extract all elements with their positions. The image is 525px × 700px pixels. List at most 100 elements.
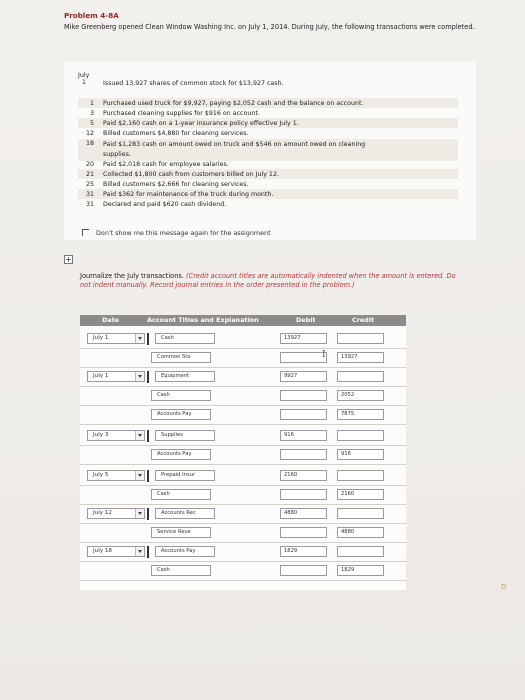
credit-input[interactable]: 2052 (337, 390, 384, 401)
date-select[interactable]: July 18 (87, 546, 145, 557)
transaction-text: Paid $2,018 cash for employee salaries. (103, 161, 229, 168)
column-separator-icon (147, 546, 149, 558)
transaction-day: 12 (85, 130, 94, 137)
credit-input[interactable] (337, 333, 384, 344)
debit-input[interactable]: 2160 (280, 470, 327, 481)
credit-input[interactable]: 2160 (337, 489, 384, 500)
first-day: 1 (81, 79, 86, 86)
transaction-text: Paid $1,283 cash on amount owed on truck… (103, 141, 366, 148)
dont-show-checkbox[interactable] (82, 229, 89, 236)
row-divider (80, 485, 406, 486)
date-select-value: July 5 (93, 472, 109, 478)
dont-show-label: Don't show me this message again for the… (96, 229, 271, 237)
row-divider (80, 464, 406, 465)
account-title-input[interactable]: Cash (151, 390, 211, 401)
debit-input[interactable] (280, 352, 327, 363)
debit-input[interactable]: 9927 (280, 371, 327, 382)
chevron-down-icon[interactable] (135, 471, 144, 480)
debit-input[interactable] (280, 489, 327, 500)
debit-input[interactable]: 4880 (280, 508, 327, 519)
chevron-down-icon[interactable] (135, 334, 144, 343)
row-divider (80, 580, 406, 581)
column-separator-icon (147, 508, 149, 520)
credit-input[interactable] (337, 430, 384, 441)
account-title-input[interactable]: Accounts Rec (155, 508, 215, 519)
debit-input[interactable] (280, 409, 327, 420)
column-separator-icon (147, 470, 149, 482)
row-divider (80, 542, 406, 543)
debit-input[interactable]: 1829 (280, 546, 327, 557)
instructions-lead: Journalize the July transactions. (80, 272, 184, 280)
date-select-value: July 18 (93, 548, 112, 554)
credit-input[interactable] (337, 508, 384, 519)
account-title-input[interactable]: Supplies (155, 430, 215, 441)
chevron-down-icon[interactable] (135, 547, 144, 556)
row-divider (80, 367, 406, 368)
transaction-day: 21 (85, 171, 94, 178)
account-title-input[interactable]: Cash (151, 565, 211, 576)
credit-input[interactable]: 13927 (337, 352, 384, 363)
transaction-day: 3 (89, 110, 94, 117)
credit-input[interactable] (337, 470, 384, 481)
header-date: Date (102, 316, 120, 324)
date-select[interactable]: July 3 (87, 430, 145, 441)
account-title-input[interactable]: Cash (155, 333, 215, 344)
account-title-input[interactable]: Service Reve (151, 527, 211, 538)
transaction-day: 1 (89, 100, 94, 107)
header-credit: Credit (352, 316, 374, 324)
problem-description: Mike Greenberg opened Clean Window Washi… (64, 23, 475, 31)
credit-input[interactable] (337, 371, 384, 382)
transaction-day: 25 (85, 181, 94, 188)
account-title-input[interactable]: Equipment (155, 371, 215, 382)
transaction-text: Paid $2,160 cash on a 1-year insurance p… (103, 120, 299, 127)
date-select-value: July 3 (93, 432, 109, 438)
transaction-day: 20 (85, 161, 94, 168)
column-separator-icon (147, 333, 149, 345)
account-title-input[interactable]: Prepaid Insur (155, 470, 215, 481)
column-separator-icon (147, 371, 149, 383)
transaction-text: Paid $362 for maintenance of the truck d… (103, 191, 274, 198)
credit-input[interactable]: 7875 (337, 409, 384, 420)
row-divider (80, 386, 406, 387)
date-select-value: July 1 (93, 373, 109, 379)
row-divider (80, 424, 406, 425)
chevron-down-icon[interactable] (135, 509, 144, 518)
debit-input[interactable] (280, 449, 327, 460)
debit-input[interactable]: 916 (280, 430, 327, 441)
corner-mark-icon: D (501, 583, 507, 591)
expand-toggle[interactable]: + (64, 255, 73, 264)
date-select[interactable]: July 5 (87, 470, 145, 481)
debit-input[interactable] (280, 390, 327, 401)
column-separator-icon (147, 430, 149, 442)
credit-input[interactable]: 4880 (337, 527, 384, 538)
chevron-down-icon[interactable] (135, 372, 144, 381)
credit-input[interactable]: 916 (337, 449, 384, 460)
credit-input[interactable] (337, 546, 384, 557)
transaction-day: 18 (85, 140, 94, 147)
header-debit: Debit (296, 316, 316, 324)
transaction-text: Declared and paid $620 cash dividend. (103, 201, 227, 208)
credit-input[interactable]: 1829 (337, 565, 384, 576)
debit-input[interactable]: 13927 (280, 333, 327, 344)
chevron-down-icon[interactable] (135, 431, 144, 440)
date-select[interactable]: July 1 (87, 333, 145, 344)
debit-input[interactable] (280, 565, 327, 576)
instructions: Journalize the July transactions. (Credi… (80, 272, 465, 290)
account-title-input[interactable]: Accounts Pay (155, 546, 215, 557)
transaction-text: Purchased cleaning supplies for $916 on … (103, 110, 260, 117)
account-title-input[interactable]: Cash (151, 489, 211, 500)
transaction-text: Billed customers $4,880 for cleaning ser… (103, 130, 249, 137)
account-title-input[interactable]: Common Sto (151, 352, 211, 363)
date-select[interactable]: July 1 (87, 371, 145, 382)
month-label: July (78, 72, 90, 79)
first-transaction-text: Issued 13,927 shares of common stock for… (103, 80, 284, 87)
transaction-day: 31 (85, 191, 94, 198)
row-divider (80, 445, 406, 446)
debit-input[interactable] (280, 527, 327, 538)
row-divider (80, 523, 406, 524)
transaction-text: Purchased used truck for $9,927, paying … (103, 100, 364, 107)
date-select[interactable]: July 12 (87, 508, 145, 519)
account-title-input[interactable]: Accounts Pay (151, 449, 211, 460)
account-title-input[interactable]: Accounts Pay (151, 409, 211, 420)
transaction-day: 31 (85, 201, 94, 208)
